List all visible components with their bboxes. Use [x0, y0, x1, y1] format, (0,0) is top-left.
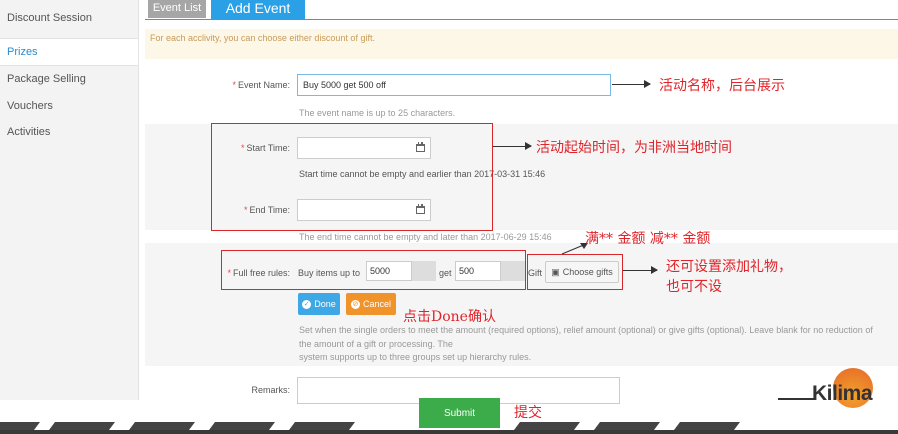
- event-name-hint: The event name is up to 25 characters.: [299, 108, 456, 118]
- submit-button[interactable]: Submit: [419, 398, 500, 428]
- logo-line: [778, 398, 816, 400]
- cancel-icon: ⊘: [350, 299, 360, 309]
- end-time-hint: The end time cannot be empty and later t…: [299, 232, 552, 242]
- annotation-box-rules: [221, 250, 526, 290]
- notice-banner: For each acclivity, you can choose eithe…: [145, 29, 898, 59]
- brand-logo: Kilima: [812, 382, 873, 405]
- tab-event-list[interactable]: Event List: [148, 0, 206, 18]
- annotation-event-name: 活动名称，后台展示: [659, 78, 785, 94]
- sidebar-item-activities[interactable]: Activities: [0, 119, 138, 145]
- rules-hint-line-1: Set when the single orders to meet the a…: [299, 325, 873, 335]
- remarks-label: Remarks:: [251, 385, 290, 395]
- event-name-label: * Event Name:: [232, 80, 290, 90]
- annotation-box-gift: [527, 254, 623, 290]
- sidebar-item-prizes[interactable]: Prizes: [0, 39, 138, 65]
- sidebar-item-vouchers[interactable]: Vouchers: [0, 93, 138, 119]
- annotation-done: 点击Done确认: [403, 309, 496, 325]
- check-icon: ✓: [302, 299, 312, 309]
- sidebar-item-discount-session[interactable]: Discount Session: [0, 0, 138, 38]
- tab-add-event[interactable]: Add Event: [211, 0, 305, 20]
- annotation-full-reduce: 满** 金额 减** 金额: [585, 231, 711, 247]
- done-button[interactable]: ✓ Done: [298, 293, 340, 315]
- annotation-gift-line-1: 还可设置添加礼物，: [666, 259, 792, 275]
- rules-hint-line-3: system supports up to three groups set u…: [299, 352, 532, 362]
- annotation-submit: 提交: [514, 405, 542, 421]
- annotation-box-time: [211, 123, 493, 231]
- cancel-button[interactable]: ⊘ Cancel: [346, 293, 396, 315]
- sidebar: Discount Session Prizes Package Selling …: [0, 0, 139, 400]
- sidebar-item-package-selling[interactable]: Package Selling: [0, 66, 138, 92]
- annotation-gift-line-2: 也可不设: [666, 279, 722, 295]
- annotation-arrow: [612, 80, 651, 88]
- tab-underline: [145, 19, 898, 20]
- annotation-arrow: [493, 142, 532, 150]
- annotation-arrow: [623, 266, 658, 274]
- event-name-input[interactable]: Buy 5000 get 500 off: [297, 74, 611, 96]
- annotation-time: 活动起始时间，为非洲当地时间: [536, 140, 732, 156]
- rules-hint-line-2: the amount of a gift or processing. The: [299, 339, 453, 349]
